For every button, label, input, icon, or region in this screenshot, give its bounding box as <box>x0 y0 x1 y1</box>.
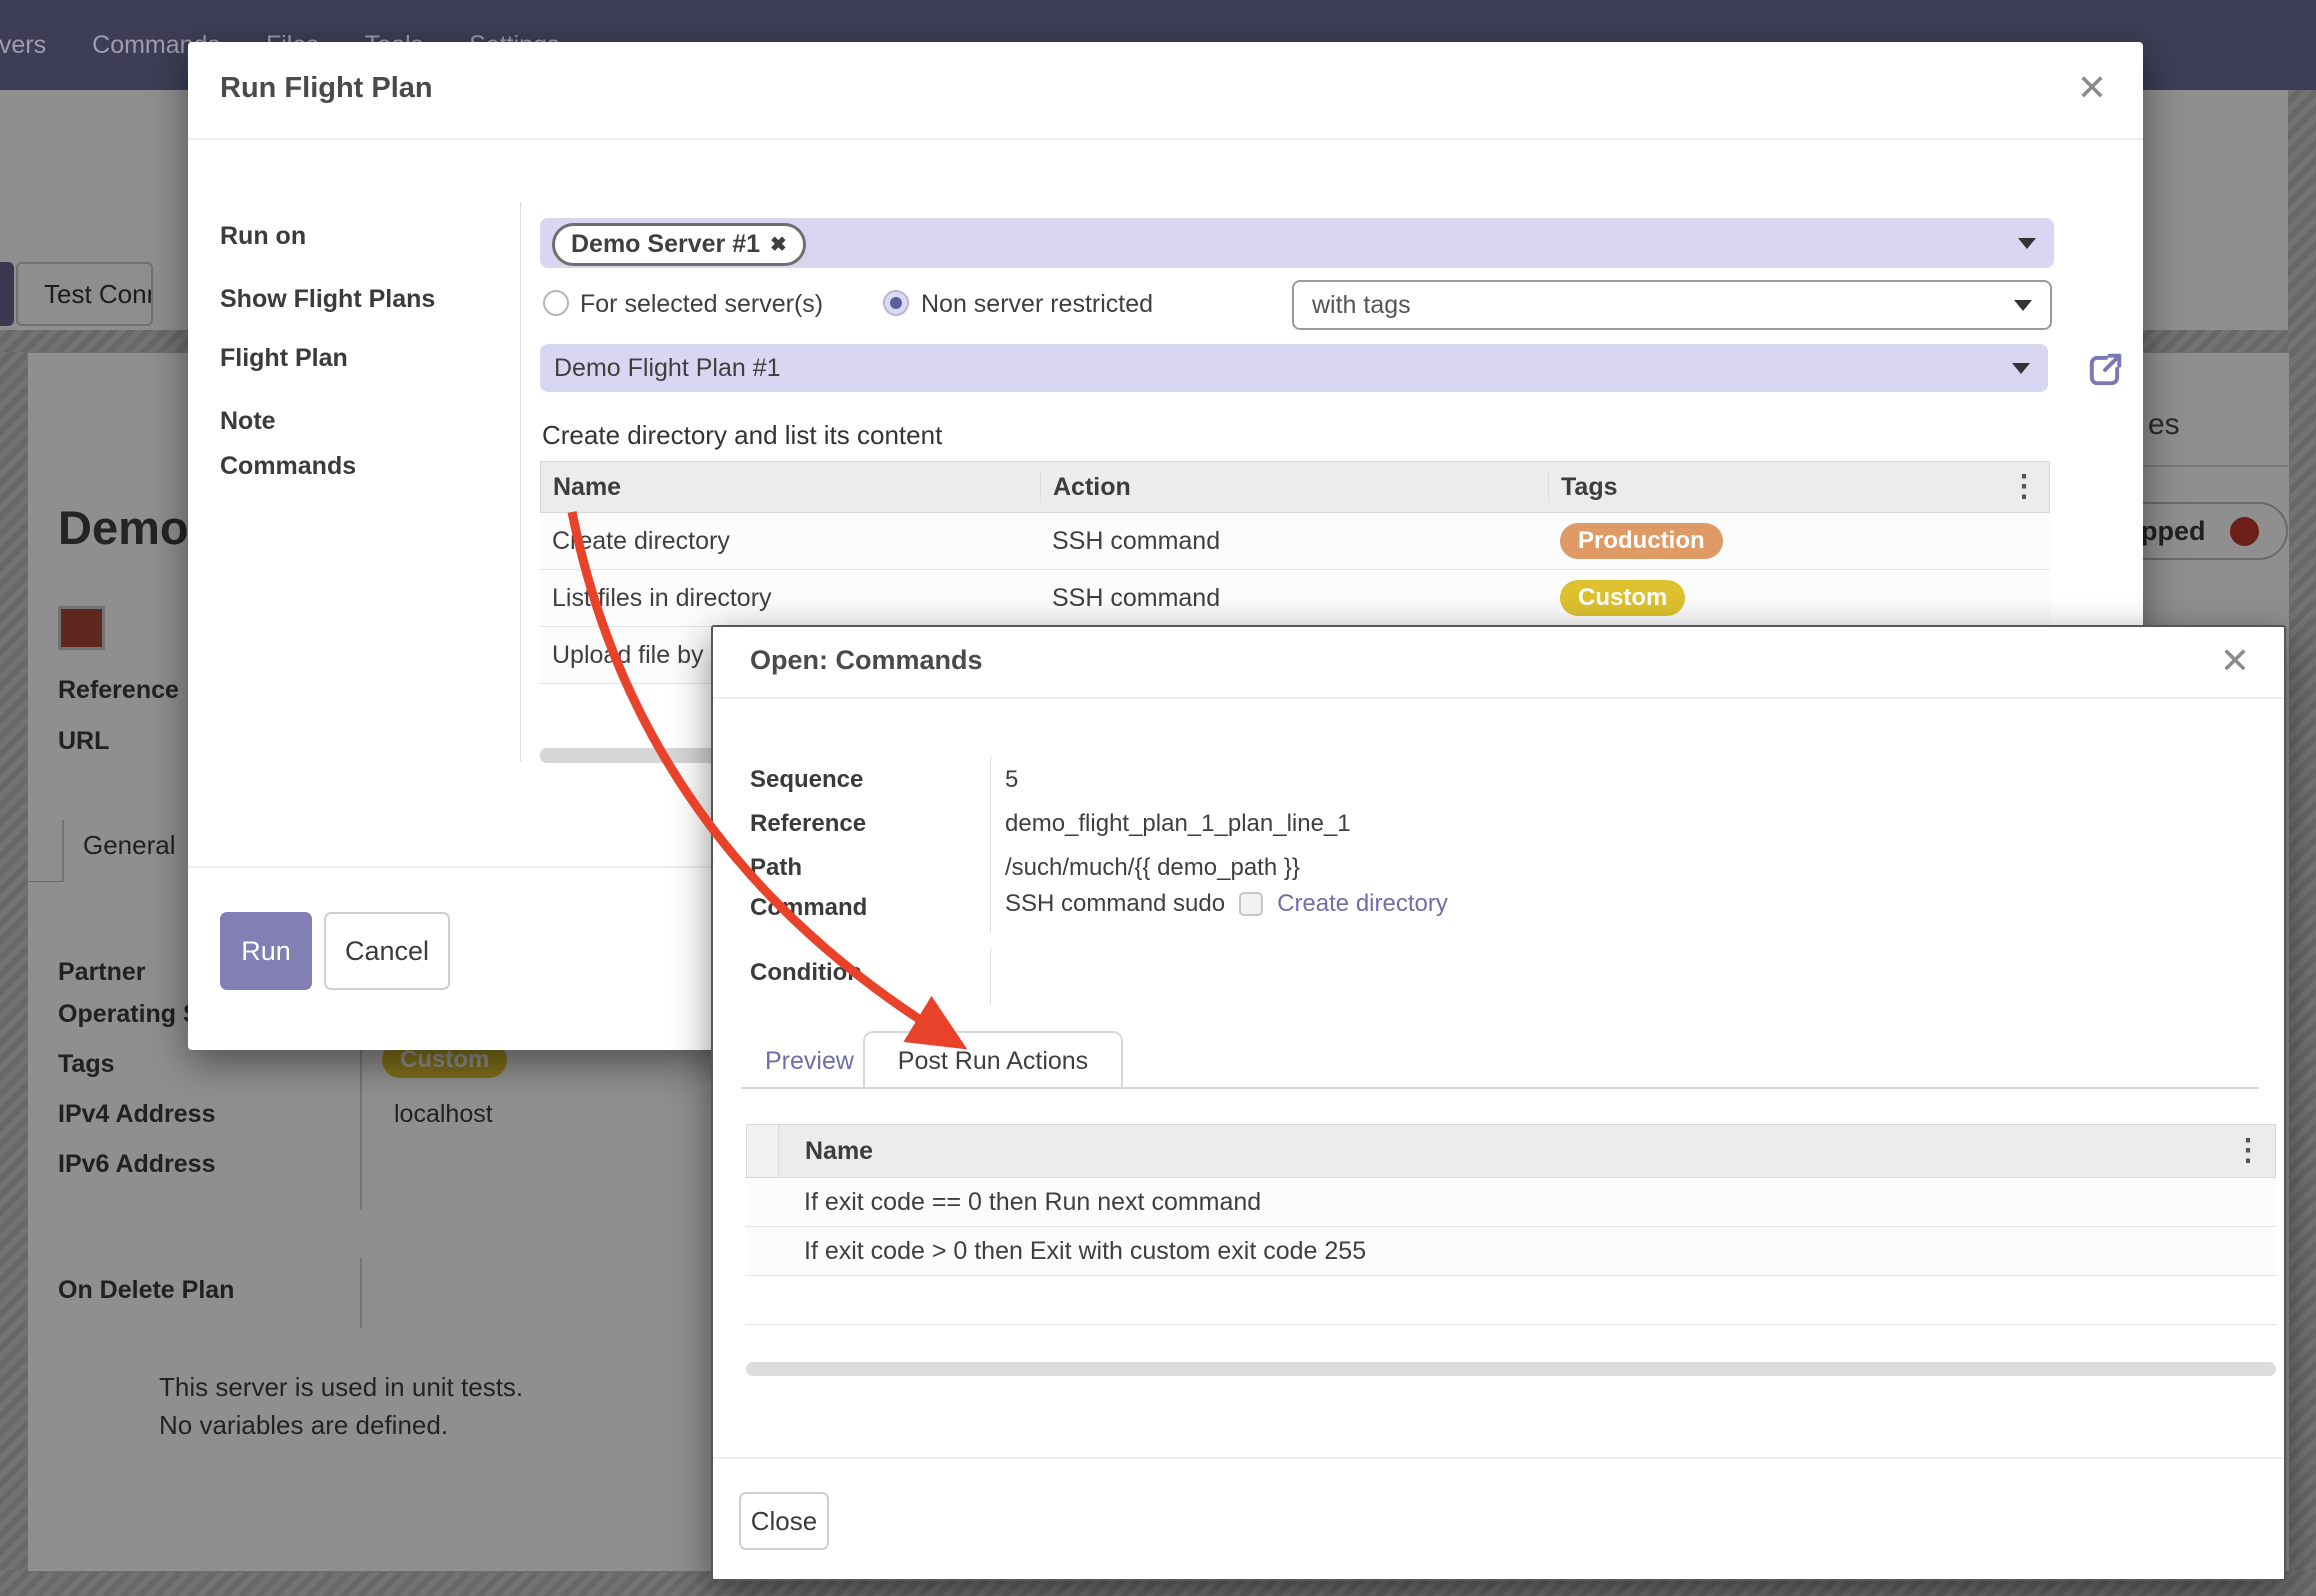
modal-header: Run Flight Plan ✕ <box>188 42 2143 140</box>
screen: { "navbar": { "items": ["Servers", "Comm… <box>0 0 2316 1596</box>
cell-name: List files in directory <box>540 584 1040 613</box>
table-options-icon[interactable]: ⋮ <box>2009 472 2049 502</box>
server-tag-pill[interactable]: Demo Server #1 ✖ <box>552 223 806 266</box>
tab-post-run-actions[interactable]: Post Run Actions <box>863 1031 1123 1089</box>
col-action[interactable]: Action <box>1041 473 1549 502</box>
table-empty-row <box>746 1276 2276 1325</box>
modal-header: Open: Commands ✕ <box>713 627 2284 699</box>
run-on-select[interactable]: Demo Server #1 ✖ <box>540 218 2054 268</box>
label-column-divider <box>520 202 521 762</box>
table-row[interactable]: If exit code > 0 then Exit with custom e… <box>746 1227 2276 1276</box>
modal-footer-divider <box>713 1457 2284 1459</box>
radio-for-selected-servers[interactable] <box>543 290 569 316</box>
show-flight-plans-label: Show Flight Plans <box>220 285 435 314</box>
remove-tag-icon[interactable]: ✖ <box>770 232 787 257</box>
path-value: /such/much/{{ demo_path }} <box>1005 854 1300 882</box>
nav-item-servers[interactable]: Servers <box>0 31 46 60</box>
value-column-divider <box>990 757 991 932</box>
post-run-actions-table: Name ⋮ If exit code == 0 then Run next c… <box>746 1124 2276 1325</box>
value-column-divider-2 <box>990 949 991 1004</box>
command-row: SSH command sudo Create directory <box>1005 890 1448 918</box>
tab-preview[interactable]: Preview <box>765 1047 854 1076</box>
col-name[interactable]: Name <box>541 473 1041 502</box>
radio-for-selected-servers-label[interactable]: For selected server(s) <box>580 290 823 319</box>
cell-action: SSH command <box>1040 584 1548 613</box>
cell-name: Create directory <box>540 527 1040 556</box>
selector-column <box>747 1125 779 1177</box>
cell-name: If exit code > 0 then Exit with custom e… <box>746 1237 1366 1266</box>
production-badge: Production <box>1560 523 1723 559</box>
radio-non-server-restricted-label[interactable]: Non server restricted <box>921 290 1153 319</box>
chevron-down-icon[interactable] <box>2012 363 2030 374</box>
reference-value: demo_flight_plan_1_plan_line_1 <box>1005 810 1351 838</box>
external-link-icon[interactable] <box>2083 348 2127 392</box>
flight-plan-select[interactable]: Demo Flight Plan #1 <box>540 344 2048 392</box>
close-button[interactable]: Close <box>739 1492 829 1550</box>
tags-filter-value: with tags <box>1312 291 1411 320</box>
open-commands-modal: Open: Commands ✕ Sequence Reference Path… <box>711 625 2286 1581</box>
close-icon[interactable]: ✕ <box>2220 643 2250 679</box>
run-on-label: Run on <box>220 222 306 251</box>
commands-label: Commands <box>220 452 356 481</box>
plan-section-title: Create directory and list its content <box>542 420 942 451</box>
flight-plan-label: Flight Plan <box>220 344 348 373</box>
table-options-icon[interactable]: ⋮ <box>2233 1136 2275 1166</box>
table-row[interactable]: Create directory SSH command Production <box>540 513 2050 570</box>
table-row[interactable]: List files in directory SSH command Cust… <box>540 570 2050 627</box>
flight-plan-value: Demo Flight Plan #1 <box>554 354 781 383</box>
sequence-label: Sequence <box>750 766 863 794</box>
sequence-value: 5 <box>1005 766 1018 794</box>
cell-action: SSH command <box>1040 527 1548 556</box>
modal-title: Run Flight Plan <box>220 72 433 105</box>
cancel-button[interactable]: Cancel <box>324 912 450 990</box>
reference-label: Reference <box>750 810 866 838</box>
radio-non-server-restricted[interactable] <box>883 290 909 316</box>
path-label: Path <box>750 854 802 882</box>
cell-name: If exit code == 0 then Run next command <box>746 1188 1261 1217</box>
command-label: Command <box>750 894 867 922</box>
radio-dot-icon <box>890 297 902 309</box>
note-label: Note <box>220 407 276 436</box>
chevron-down-icon[interactable] <box>2018 238 2036 249</box>
table-header: Name Action Tags ⋮ <box>540 461 2050 513</box>
sudo-checkbox[interactable] <box>1239 892 1263 916</box>
tags-filter-select[interactable]: with tags <box>1292 280 2052 330</box>
table-horizontal-scrollbar[interactable] <box>746 1362 2276 1376</box>
run-button[interactable]: Run <box>220 912 312 990</box>
condition-label: Condition <box>750 959 862 987</box>
modal-title: Open: Commands <box>750 645 983 676</box>
custom-badge: Custom <box>1560 580 1685 616</box>
table-row[interactable]: If exit code == 0 then Run next command <box>746 1178 2276 1227</box>
chevron-down-icon[interactable] <box>2014 300 2032 311</box>
tabs-underline <box>741 1087 2259 1089</box>
close-icon[interactable]: ✕ <box>2077 70 2107 106</box>
col-name[interactable]: Name <box>779 1137 2233 1166</box>
table-header: Name ⋮ <box>746 1124 2276 1178</box>
server-tag-label: Demo Server #1 <box>571 230 760 259</box>
command-link[interactable]: Create directory <box>1277 890 1448 918</box>
col-tags[interactable]: Tags <box>1549 473 2009 502</box>
command-value: SSH command sudo <box>1005 890 1225 918</box>
